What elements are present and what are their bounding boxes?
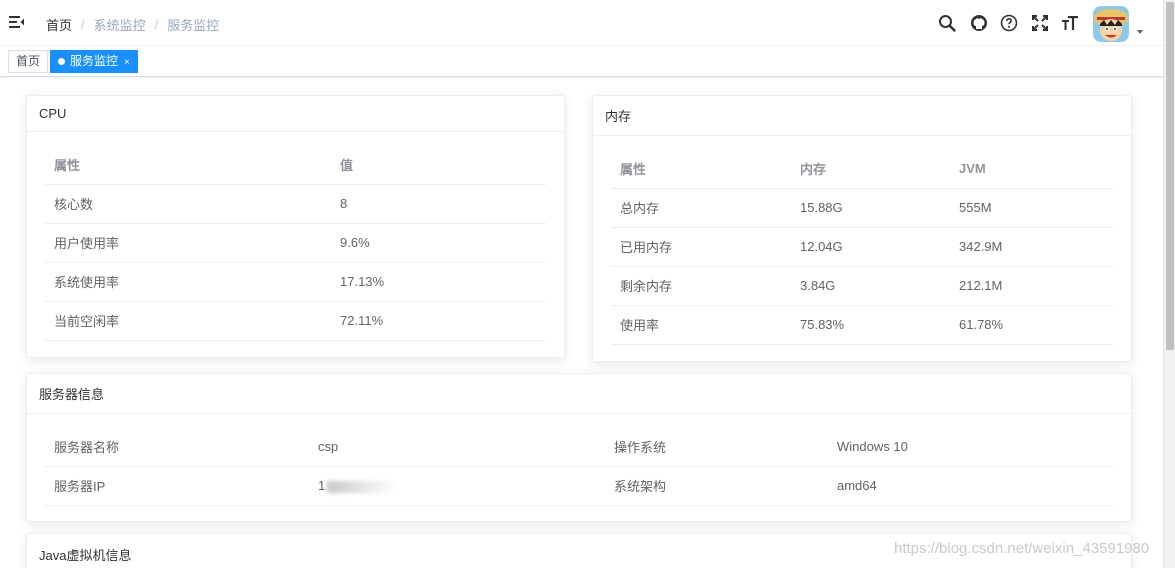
- fullscreen-icon[interactable]: [1030, 13, 1050, 33]
- cell: 服务器名称: [45, 427, 309, 467]
- watermark: https://blog.csdn.net/weixin_43591980: [894, 540, 1150, 557]
- tags-view: 首页 服务监控 ×: [0, 47, 1163, 77]
- cpu-table: 属性 值 核心数 8 用户使用率 9.6% 系统使用率 17.13% 当前空闲率 72.…: [45, 145, 546, 341]
- cell: amd64: [828, 466, 1113, 506]
- card-title: CPU: [39, 106, 67, 121]
- cell: 1: [309, 466, 605, 506]
- card-title: 服务器信息: [39, 387, 105, 402]
- cell: 剩余内存: [611, 266, 791, 306]
- cell: 服务器IP: [45, 466, 309, 506]
- cell: 已用内存: [611, 227, 791, 267]
- column-header: JVM: [950, 149, 1113, 189]
- page-scrollbar[interactable]: [1163, 0, 1175, 568]
- navbar: 首页 / 系统监控 / 服务监控: [0, 0, 1163, 46]
- active-dot-icon: [58, 58, 65, 65]
- cell: 系统使用率: [45, 262, 331, 302]
- table-row: 服务器名称 csp 操作系统 Windows 10: [45, 427, 1113, 467]
- cell: 555M: [950, 188, 1113, 228]
- table-row: 总内存 15.88G 555M: [611, 188, 1113, 228]
- tag-home[interactable]: 首页: [8, 50, 49, 73]
- table-row: 核心数 8: [45, 184, 546, 224]
- table-row: 用户使用率 9.6%: [45, 223, 546, 263]
- cell: 3.84G: [791, 266, 950, 306]
- breadcrumb-separator: /: [81, 17, 85, 32]
- breadcrumb-home[interactable]: 首页: [46, 15, 72, 34]
- table-row: 使用率 75.83% 61.78%: [611, 305, 1113, 345]
- text-size-icon[interactable]: [1060, 13, 1080, 33]
- server-info-table: 服务器名称 csp 操作系统 Windows 10 服务器IP 1 系统架构 a…: [45, 427, 1113, 506]
- caret-down-icon[interactable]: [1137, 30, 1143, 34]
- cell: 用户使用率: [45, 223, 331, 263]
- table-header-row: 属性 内存 JVM: [611, 149, 1113, 189]
- column-header: 属性: [45, 145, 331, 185]
- tag-label: 首页: [16, 54, 41, 68]
- cell: csp: [309, 427, 605, 467]
- column-header: 值: [331, 145, 546, 185]
- table-row: 服务器IP 1 系统架构 amd64: [45, 466, 1113, 506]
- cell: 8: [331, 184, 546, 224]
- column-header: 属性: [611, 149, 791, 189]
- cpu-card: CPU 属性 值 核心数 8 用户使用率 9.6% 系统使用率 17.13% 当前空闲…: [26, 95, 565, 358]
- column-header: 内存: [791, 149, 950, 189]
- close-icon[interactable]: ×: [124, 57, 130, 68]
- table-row: 系统使用率 17.13%: [45, 262, 546, 302]
- app-main: CPU 属性 值 核心数 8 用户使用率 9.6% 系统使用率 17.13% 当前空闲…: [0, 78, 1163, 568]
- cell: 操作系统: [605, 427, 828, 467]
- card-header: CPU: [27, 96, 564, 132]
- cell: 212.1M: [950, 266, 1113, 306]
- memory-card: 内存 属性 内存 JVM 总内存 15.88G 555M 已用内存 12.04G 342…: [592, 95, 1132, 362]
- card-header: 服务器信息: [27, 374, 1131, 414]
- table-row: 剩余内存 3.84G 212.1M: [611, 266, 1113, 306]
- cell: 75.83%: [791, 305, 950, 345]
- cell: 总内存: [611, 188, 791, 228]
- card-header: 内存: [593, 96, 1131, 136]
- cell: 9.6%: [331, 223, 546, 263]
- card-title: 内存: [605, 109, 632, 124]
- cell: 系统架构: [605, 466, 828, 506]
- search-icon[interactable]: [937, 13, 957, 33]
- question-icon[interactable]: [999, 13, 1019, 33]
- cell: 使用率: [611, 305, 791, 345]
- memory-table: 属性 内存 JVM 总内存 15.88G 555M 已用内存 12.04G 342.9M…: [611, 149, 1113, 345]
- breadcrumb: 首页 / 系统监控 / 服务监控: [46, 15, 219, 34]
- table-row: 当前空闲率 72.11%: [45, 301, 546, 341]
- cell: 15.88G: [791, 188, 950, 228]
- breadcrumb-service-monitor: 服务监控: [167, 18, 220, 33]
- server-info-card: 服务器信息 服务器名称 csp 操作系统 Windows 10 服务器IP 1 …: [26, 373, 1132, 522]
- cell: 17.13%: [331, 262, 546, 302]
- cell: 当前空闲率: [45, 301, 331, 341]
- table-header-row: 属性 值: [45, 145, 546, 185]
- cell: 342.9M: [950, 227, 1113, 267]
- github-icon[interactable]: [969, 13, 989, 33]
- hamburger-icon[interactable]: [9, 15, 25, 29]
- breadcrumb-separator: /: [154, 17, 159, 32]
- avatar[interactable]: [1093, 6, 1129, 42]
- cell: 核心数: [45, 184, 331, 224]
- cell: 72.11%: [331, 301, 546, 341]
- tag-label: 服务监控: [70, 54, 119, 68]
- cell: Windows 10: [828, 427, 1113, 467]
- cell: 61.78%: [950, 305, 1113, 345]
- cell: 12.04G: [791, 227, 950, 267]
- server-ip-value: 1: [318, 478, 326, 493]
- table-row: 已用内存 12.04G 342.9M: [611, 227, 1113, 267]
- tag-service-monitor[interactable]: 服务监控 ×: [50, 50, 138, 73]
- breadcrumb-system-monitor[interactable]: 系统监控: [94, 15, 146, 34]
- redacted-ip: [327, 480, 398, 493]
- card-title: Java虚拟机信息: [39, 547, 132, 563]
- scrollbar-thumb[interactable]: [1166, 2, 1174, 350]
